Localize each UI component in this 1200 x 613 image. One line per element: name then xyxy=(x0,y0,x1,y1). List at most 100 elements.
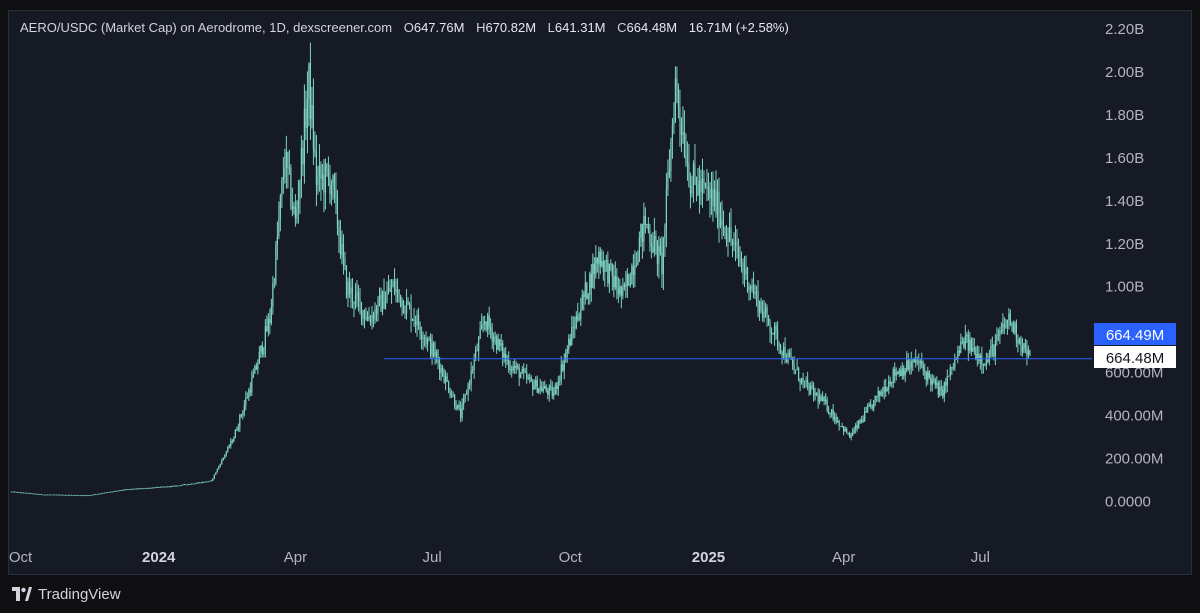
candle-body xyxy=(909,367,911,370)
candle-body xyxy=(728,227,731,241)
candle-body xyxy=(194,483,196,485)
candle-body xyxy=(398,289,400,295)
candle-body xyxy=(318,165,321,175)
candle-body xyxy=(156,487,158,488)
candle-body xyxy=(446,376,448,382)
candle-body xyxy=(963,341,965,348)
candle-body xyxy=(835,417,837,423)
candle-body xyxy=(260,345,262,352)
candle-body xyxy=(143,488,145,490)
x-tick-label: 2025 xyxy=(692,549,725,566)
candle-body xyxy=(635,265,637,266)
candle-body xyxy=(721,219,723,226)
candle-body xyxy=(764,307,767,313)
candle-body xyxy=(664,228,666,239)
candle-body xyxy=(610,263,612,265)
candle-body xyxy=(119,490,121,492)
candle-body xyxy=(288,167,290,169)
candle-body xyxy=(117,490,119,492)
candle-body xyxy=(592,263,594,289)
candle-body xyxy=(676,78,678,87)
candle-body xyxy=(897,372,899,374)
candle-body xyxy=(407,300,409,305)
candle-body xyxy=(195,483,197,485)
candle-body xyxy=(739,256,741,263)
candle-body xyxy=(544,386,546,389)
candle-body xyxy=(867,406,869,412)
candle-body xyxy=(742,263,744,271)
candle-body xyxy=(691,185,693,194)
candle-body xyxy=(381,291,384,312)
candle-body xyxy=(452,395,454,397)
candle-body xyxy=(829,413,831,415)
candle-body xyxy=(171,486,173,487)
candle-body xyxy=(309,62,312,119)
candle-body xyxy=(395,289,397,293)
candle-body xyxy=(752,285,755,295)
candle-body xyxy=(785,359,788,362)
candle-body xyxy=(997,334,999,336)
candle-body xyxy=(574,327,576,329)
candle-body xyxy=(760,301,762,311)
candle-body xyxy=(234,430,236,439)
candle-body xyxy=(242,412,244,416)
candle-body xyxy=(454,395,456,406)
candle-body xyxy=(60,494,62,496)
candle-body xyxy=(819,396,821,402)
candle-body xyxy=(761,310,764,319)
candle-body xyxy=(580,310,582,320)
candle-body xyxy=(291,206,293,209)
candle-body xyxy=(123,489,125,491)
candle-body xyxy=(264,326,266,349)
candle-body xyxy=(140,488,142,490)
candle-body xyxy=(338,227,340,238)
candle-body xyxy=(793,364,795,371)
candle-body xyxy=(428,338,430,340)
candle-body xyxy=(837,421,839,423)
candle-body xyxy=(527,377,529,379)
candle-body xyxy=(13,491,16,493)
candle-body xyxy=(619,286,621,295)
candle-body xyxy=(347,281,349,297)
candle-body xyxy=(722,225,725,227)
candle-body xyxy=(19,492,22,494)
candle-body xyxy=(146,488,148,489)
candle-body xyxy=(437,356,439,363)
candle-body xyxy=(533,386,535,390)
candle-body xyxy=(323,174,325,193)
candle-body xyxy=(686,162,689,164)
candle-body xyxy=(731,239,734,245)
chart-svg[interactable]: 2.20B2.00B1.80B1.60B1.40B1.20B1.00B800.0… xyxy=(0,0,1200,613)
candle-body xyxy=(324,164,327,193)
candle-body xyxy=(204,481,206,483)
candle-body xyxy=(228,446,230,448)
candle-body xyxy=(572,327,574,328)
candle-body xyxy=(135,488,137,490)
candle-body xyxy=(725,233,728,242)
candle-body xyxy=(73,495,76,496)
candle-body xyxy=(48,494,50,496)
candle-body xyxy=(946,376,948,386)
close-value: 664.48M xyxy=(626,20,678,35)
candle-body xyxy=(404,312,406,314)
candle-body xyxy=(757,291,759,313)
candle-body xyxy=(485,321,487,330)
candle-body xyxy=(562,364,564,371)
candle-body xyxy=(225,451,227,456)
candle-body xyxy=(335,189,337,198)
candle-body xyxy=(472,369,474,371)
candle-body xyxy=(838,421,840,427)
candle-body xyxy=(137,488,139,490)
candle-body xyxy=(919,361,921,363)
candle-body xyxy=(791,359,794,365)
candle-body xyxy=(203,482,205,483)
low-value: 641.31M xyxy=(554,20,606,35)
candle-body xyxy=(132,488,134,490)
candle-body xyxy=(1026,348,1028,356)
candle-body xyxy=(607,260,609,284)
open-label: O xyxy=(403,20,414,35)
change-value: 16.71M (+2.58%) xyxy=(688,20,789,35)
candle-body xyxy=(710,188,713,199)
candle-body xyxy=(21,492,23,494)
candle-body xyxy=(493,337,495,342)
